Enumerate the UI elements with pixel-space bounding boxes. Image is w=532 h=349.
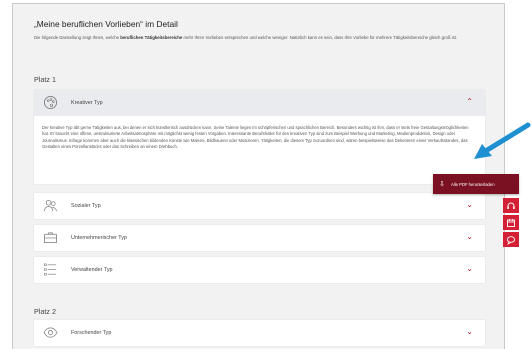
accordion-label: Kreativer Typ <box>71 100 103 106</box>
people-icon <box>44 199 57 212</box>
accordion-kreativer-typ: Kreativer Typ ⌃ Der kreative Typ übt ger… <box>34 90 485 184</box>
chevron-down-icon[interactable]: ⌄ <box>466 328 473 336</box>
chevron-down-icon[interactable]: ⌄ <box>466 233 473 241</box>
download-icon: ⇩ <box>439 181 445 188</box>
accordion-label: Forschender Typ <box>71 330 112 336</box>
accordion-content: Der kreative Typ übt gerne Tätigkeiten a… <box>42 125 469 149</box>
accordion-header-kreativer-typ[interactable]: Kreativer Typ ⌃ <box>34 90 485 116</box>
chevron-up-icon[interactable]: ⌃ <box>466 98 473 106</box>
download-all-pdf-button[interactable]: ⇩ Alle PDF herunterladen <box>433 174 519 194</box>
accordion-forschender-typ[interactable]: Forschender Typ ⌄ <box>34 320 485 346</box>
accordion-sozialer-typ[interactable]: Sozialer Typ ⌄ <box>34 193 485 219</box>
accordion-label: Sozialer Typ <box>71 203 101 209</box>
content-frame: „Meine beruflichen Vorlieben“ im Detail … <box>12 3 505 349</box>
accordion-unternehmerischer-typ[interactable]: Unternehmerischer Typ ⌄ <box>34 225 485 251</box>
calendar-icon <box>507 218 515 227</box>
briefcase-icon <box>44 232 57 244</box>
chevron-down-icon[interactable]: ⌄ <box>466 265 473 273</box>
accordion-label: Verwaltender Typ <box>71 267 113 273</box>
palette-icon <box>43 95 58 110</box>
chevron-down-icon[interactable]: ⌄ <box>466 201 473 209</box>
chat-button[interactable] <box>503 232 519 247</box>
accordion-label: Unternehmerischer Typ <box>71 235 127 241</box>
chat-bubble-icon <box>506 235 516 245</box>
list-icon <box>44 263 57 276</box>
rank-2-label: Platz 2 <box>34 307 56 316</box>
intro-text: Die folgende Darstellung zeigt Ihnen, we… <box>34 35 458 40</box>
accordion-verwaltender-typ[interactable]: Verwaltender Typ ⌄ <box>34 257 485 283</box>
appointment-button[interactable] <box>503 215 519 230</box>
headset-icon <box>507 202 515 209</box>
contact-button[interactable] <box>503 198 519 213</box>
rank-1-label: Platz 1 <box>34 75 56 84</box>
page-title: „Meine beruflichen Vorlieben“ im Detail <box>34 19 178 29</box>
annotation-arrow <box>474 122 531 159</box>
eye-icon <box>43 327 58 338</box>
